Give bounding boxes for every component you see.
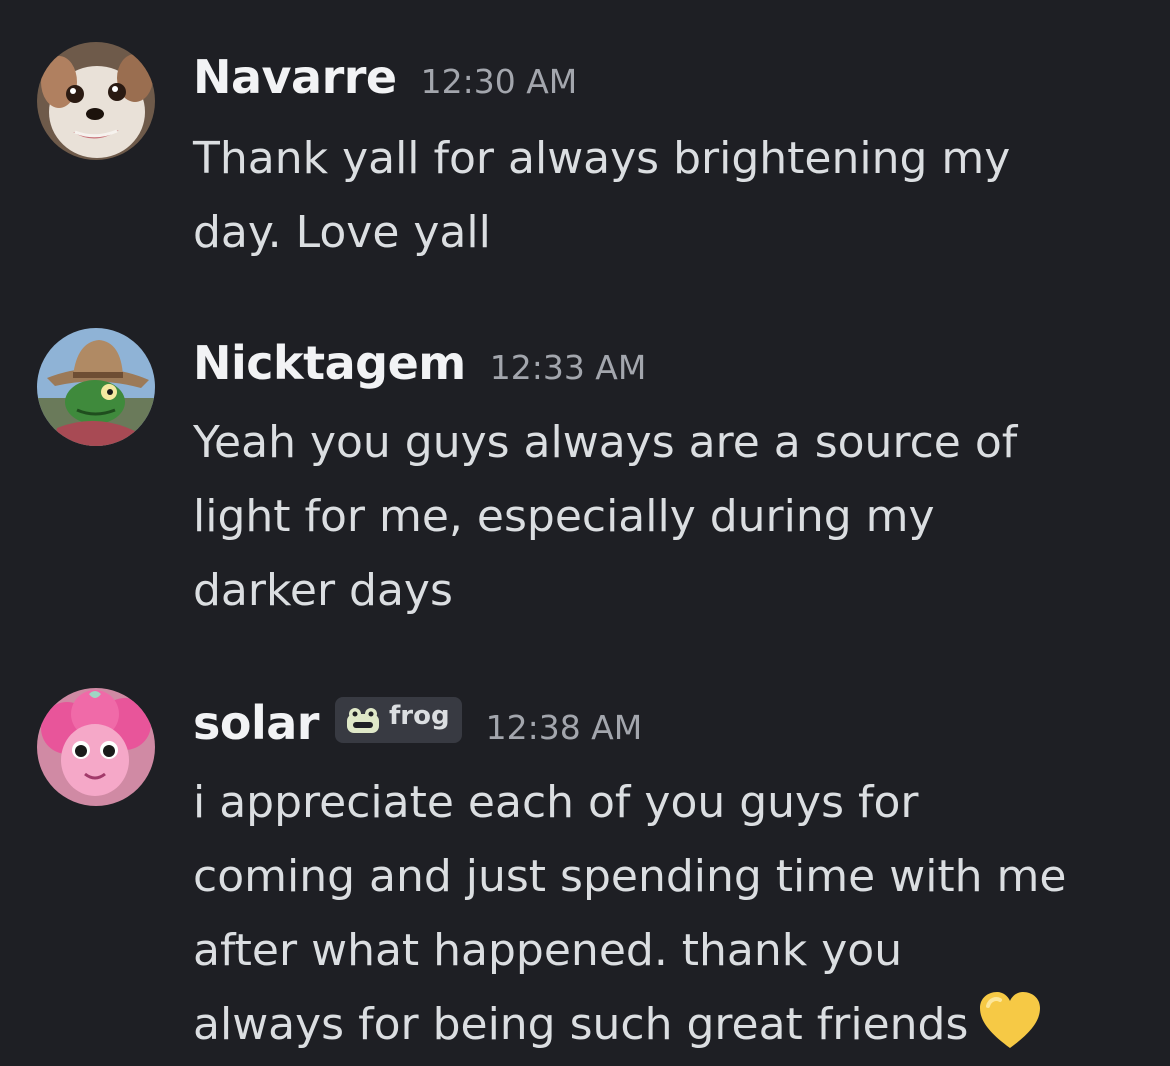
timestamp: 12:30 AM	[420, 62, 578, 101]
frog-tag-icon	[346, 708, 379, 733]
pink-pony-avatar[interactable]	[37, 688, 155, 806]
message-line: Thank yall for always brightening my	[193, 133, 1011, 184]
timestamp: 12:38 AM	[485, 708, 643, 747]
timestamp: 12:33 AM	[489, 348, 647, 387]
message-line: i appreciate each of you guys for	[193, 777, 919, 828]
frog-cowboy-avatar[interactable]	[37, 328, 155, 446]
message-text: i appreciate each of you guys for coming…	[193, 766, 1153, 1062]
message-text: Thank yall for always brightening my day…	[193, 122, 1153, 270]
tag-label: frog	[388, 701, 450, 731]
yellow-heart-emoji	[980, 992, 1041, 1048]
username[interactable]: solar	[193, 696, 319, 750]
dog-avatar[interactable]	[37, 42, 155, 160]
message-text: Yeah you guys always are a source of lig…	[193, 406, 1153, 628]
message-line: after what happened. thank you	[193, 925, 903, 976]
message-line: always for being such great friends	[193, 999, 969, 1050]
username[interactable]: Navarre	[193, 50, 397, 104]
message-line: coming and just spending time with me	[193, 851, 1067, 902]
message-line-with-emoji: always for being such great friends	[193, 988, 1153, 1062]
message-line: Yeah you guys always are a source of	[193, 417, 1018, 468]
message-line: day. Love yall	[193, 207, 491, 258]
message-line: light for me, especially during my	[193, 491, 935, 542]
username[interactable]: Nicktagem	[193, 336, 466, 390]
message-line: darker days	[193, 565, 453, 616]
server-tag[interactable]: frog	[334, 697, 462, 743]
